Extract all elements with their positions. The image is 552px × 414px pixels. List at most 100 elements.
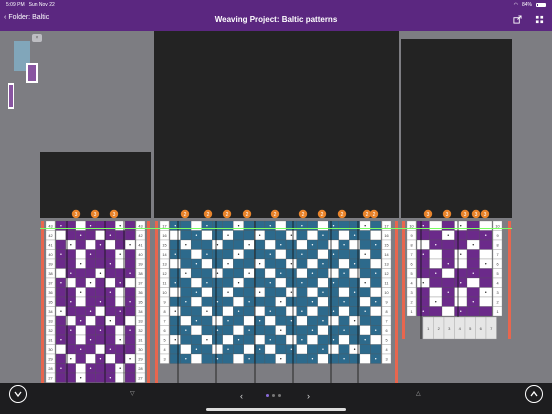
thread-dot [99, 244, 102, 246]
thread-dot [185, 329, 187, 331]
next-page-button[interactable]: › [307, 391, 310, 401]
pattern-cell [441, 220, 455, 231]
back-button[interactable]: ‹ Folder: Baltic [4, 14, 49, 21]
pattern-cell [95, 315, 106, 326]
row-number: 30 [48, 348, 52, 352]
grid-icon[interactable] [534, 14, 544, 24]
pattern-cell [243, 344, 255, 355]
thread-dot [460, 282, 462, 284]
thread-dot [364, 253, 366, 255]
pattern-cell [55, 344, 66, 355]
pattern-cell [105, 363, 116, 374]
thread-dot [206, 253, 208, 255]
pattern-cell [285, 268, 297, 279]
pattern-cell [85, 372, 96, 383]
thread-dot [269, 310, 271, 312]
pattern-cell [55, 239, 66, 250]
nav-bar: ‹ Folder: Baltic Weaving Project: Baltic… [0, 9, 552, 31]
pattern-cell [285, 306, 297, 317]
pattern-canvas[interactable]: × 3 3 3 43 43 42 42 41 41 40 40 39 39 38 38 37 37 36 36 35 3… [0, 31, 552, 383]
thread-dot [99, 301, 102, 303]
thread-dot [343, 272, 345, 274]
row-number: 9 [163, 301, 165, 305]
pattern-cell [75, 325, 86, 336]
pattern-cell [201, 258, 213, 269]
pattern-cell [95, 220, 106, 231]
thread-dot [109, 377, 112, 379]
center-pattern-grid[interactable]: 2 2 2 2 2 2 2 2 2 217 1716 1615 1514 1413 1312 1211 1110… [154, 207, 399, 383]
chevron-left-icon: ‹ [4, 14, 7, 21]
pattern-cell [190, 306, 202, 317]
row-number: 8 [163, 310, 165, 314]
pattern-cell [359, 239, 371, 250]
thread-dot [290, 320, 293, 322]
thread-dot [343, 244, 345, 246]
pattern-cell [429, 306, 443, 317]
thread-dot [129, 272, 131, 274]
expand-right-button[interactable]: △ [416, 390, 421, 397]
row-number: 10 [384, 291, 388, 295]
prev-page-button[interactable]: ‹ [240, 391, 243, 401]
pattern-thumbnail[interactable] [8, 35, 46, 109]
pattern-cell [75, 334, 86, 345]
row-number: 2 [410, 301, 412, 305]
row-number: 28 [138, 367, 142, 371]
selvedge-edge [147, 221, 150, 383]
thread-dot [109, 348, 112, 350]
row-number: 8 [385, 310, 387, 314]
row-number: 37 [48, 282, 52, 286]
thread-dot [174, 225, 176, 227]
thread-dot [269, 253, 271, 255]
pattern-cell [233, 287, 244, 298]
pattern-cell [212, 306, 223, 317]
thread-dot [364, 339, 366, 341]
row-number: 28 [48, 367, 52, 371]
pattern-cell [95, 287, 106, 298]
pattern-cell [370, 315, 382, 326]
row-number: 16 [384, 234, 388, 238]
pattern-cell [55, 230, 66, 241]
pattern-cell [370, 220, 382, 231]
pattern-cell [338, 315, 350, 326]
pattern-cell [125, 344, 136, 355]
turn-marker-label: 3 [484, 212, 487, 218]
collapse-left-button[interactable]: ▽ [130, 390, 135, 397]
turn-marker-label: 3 [475, 212, 478, 218]
pattern-cell [243, 334, 255, 345]
selvedge-edge [41, 221, 44, 383]
thread-dot [248, 272, 250, 274]
pattern-cell [307, 230, 318, 241]
thread-dot [109, 234, 112, 236]
pattern-cell [454, 239, 468, 250]
pattern-cell [190, 277, 202, 288]
row-number: 7 [163, 320, 165, 324]
pattern-cell [243, 306, 255, 317]
pattern-cell [441, 296, 455, 307]
thread-dot [301, 225, 303, 227]
pattern-cell [85, 258, 96, 269]
page-title: Weaving Project: Baltic patterns [214, 15, 338, 24]
right-pattern-grid[interactable]: 3 3 3 3 310 109 98 87 76 65 54 43 32 21 11 2 3 4 5 6 7 [401, 207, 512, 383]
left-pattern-grid[interactable]: 3 3 343 4342 4241 4140 4039 3938 3837 3736 3635 353… [40, 207, 151, 383]
row-number: 9 [385, 301, 387, 305]
row-number: 7 [410, 253, 412, 257]
pattern-cell [317, 306, 329, 317]
circle-chevron-down-icon[interactable] [9, 385, 27, 403]
pattern-cell [105, 325, 116, 336]
pattern-cell [416, 258, 430, 269]
thread-dot [79, 291, 82, 293]
row-number: 4 [385, 348, 387, 352]
circle-chevron-up-icon[interactable] [525, 385, 543, 403]
thread-dot [129, 244, 131, 246]
row-number: 41 [138, 244, 142, 248]
thumbnail-close-button[interactable]: × [32, 34, 42, 42]
row-number: 14 [162, 253, 166, 257]
row-number: 3 [163, 358, 165, 362]
thread-dot [60, 253, 62, 255]
pattern-cell [180, 334, 192, 345]
pattern-cell [317, 277, 329, 288]
turn-marker-label: 2 [184, 212, 187, 218]
pattern-cell [212, 334, 223, 345]
thread-dot [447, 234, 449, 236]
share-icon[interactable] [512, 14, 522, 24]
